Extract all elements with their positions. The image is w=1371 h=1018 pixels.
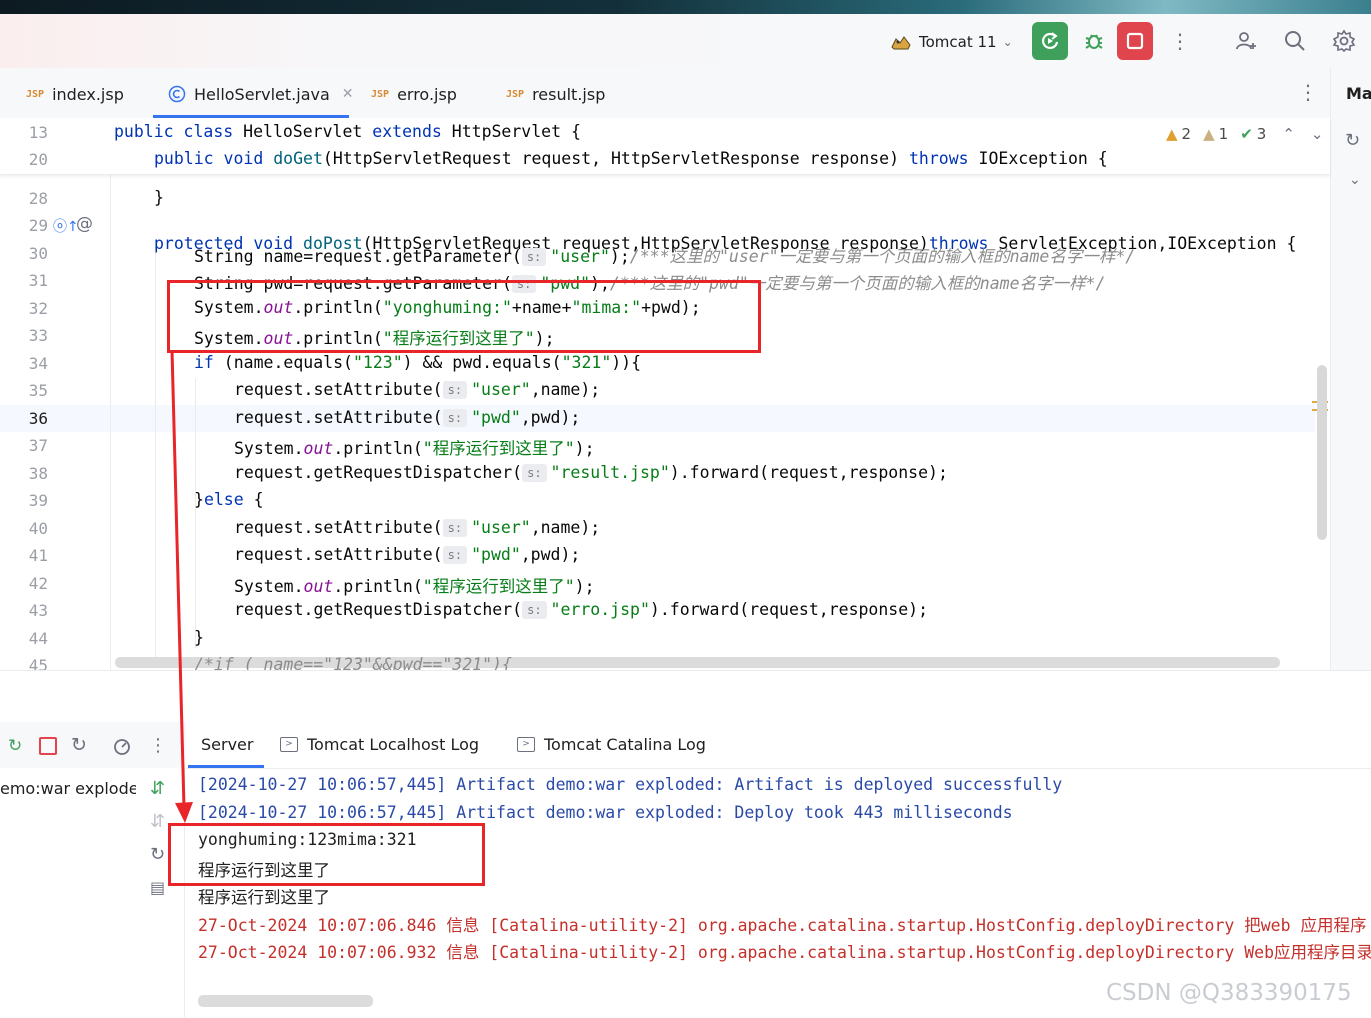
annotation-arrow xyxy=(170,349,193,823)
watermark: CSDN @Q383390175 xyxy=(1106,980,1352,1006)
